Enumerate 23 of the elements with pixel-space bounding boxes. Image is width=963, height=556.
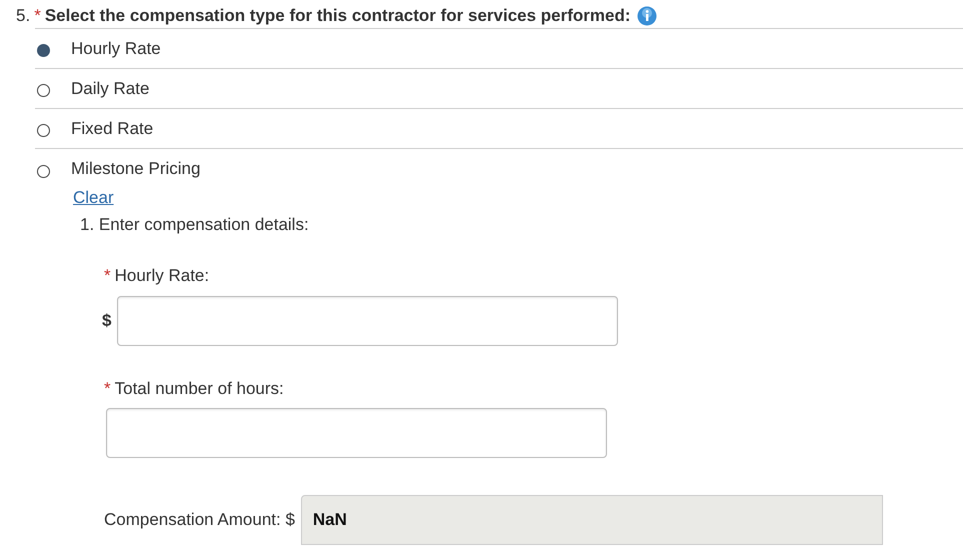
- radio-button[interactable]: [37, 124, 50, 137]
- question-text: Select the compensation type for this contractor for services performed:: [44, 5, 631, 28]
- sub-question: 1. Enter compensation details:: [80, 214, 309, 234]
- required-mark: *: [34, 5, 41, 28]
- help-icon[interactable]: [636, 6, 657, 26]
- field-label: Total number of hours:: [114, 378, 284, 400]
- option-label: Daily Rate: [71, 78, 150, 100]
- radio-button[interactable]: [37, 84, 50, 97]
- currency-symbol: $: [102, 310, 112, 332]
- compensation-label: Compensation Amount: $: [104, 509, 295, 532]
- option-label: Fixed Rate: [71, 118, 154, 140]
- input-field[interactable]: [117, 296, 618, 346]
- required-mark: *: [104, 378, 111, 400]
- radio-button[interactable]: [37, 44, 50, 57]
- required-mark: *: [104, 265, 111, 287]
- clear-link[interactable]: Clear: [73, 188, 114, 207]
- field-label: Hourly Rate:: [114, 265, 210, 287]
- compensation-amount-field: NaN: [300, 495, 883, 545]
- option-label: Hourly Rate: [71, 38, 161, 60]
- question-number: 5.: [16, 5, 30, 28]
- input-field[interactable]: [106, 408, 607, 458]
- radio-button[interactable]: [37, 164, 50, 178]
- option-label: Milestone Pricing: [71, 158, 200, 180]
